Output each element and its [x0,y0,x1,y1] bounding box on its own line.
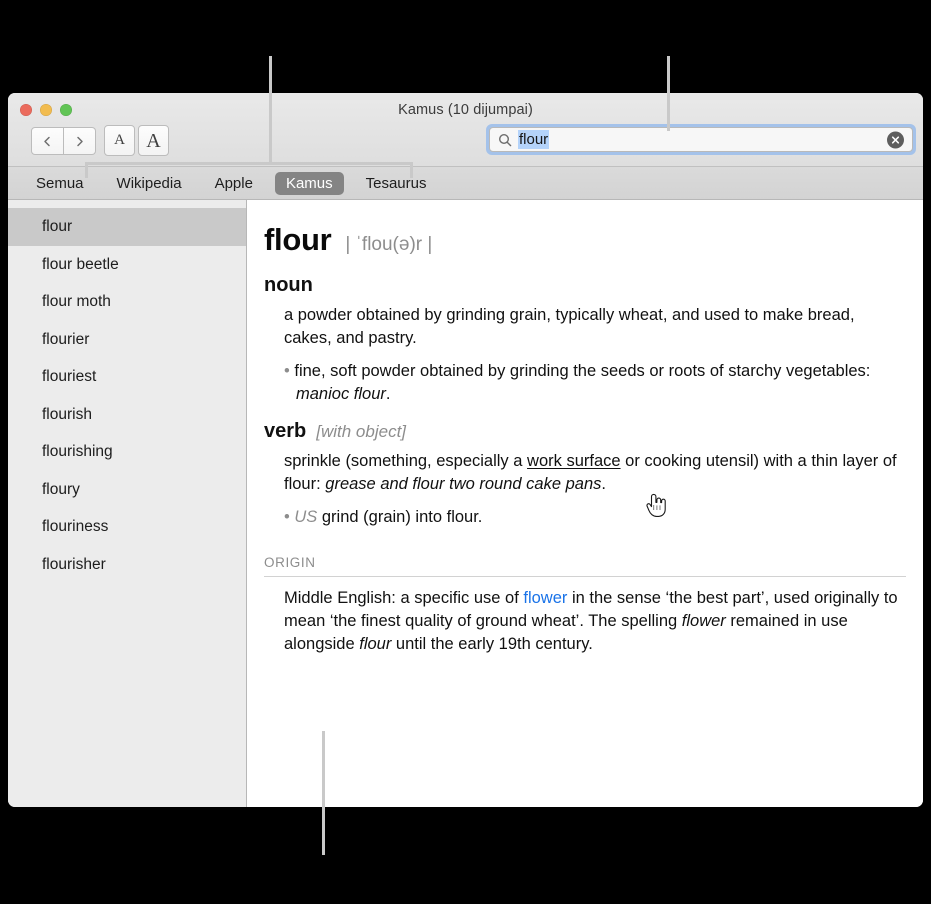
navigation-button-group [31,127,96,155]
flower-link[interactable]: flower [523,589,567,607]
tab-tesaurus[interactable]: Tesaurus [355,172,438,195]
font-size-button-group: A A [104,125,169,156]
sidebar-item-flourish[interactable]: flourish [8,396,246,434]
bullet-icon: • [284,362,290,380]
results-sidebar[interactable]: flour flour beetle flour moth flourier f… [8,200,247,807]
sidebar-item-flourisher[interactable]: flourisher [8,546,246,584]
sidebar-item-flourier[interactable]: flourier [8,321,246,359]
origin-label: ORIGIN [264,555,316,570]
source-tab-strip: Semua Wikipedia Apple Kamus Tesaurus [8,167,923,200]
noun-subsense-1: • fine, soft powder obtained by grinding… [284,360,905,406]
search-field[interactable]: flour [489,127,913,152]
tab-wikipedia[interactable]: Wikipedia [106,172,193,195]
search-input-value[interactable]: flour [518,130,550,149]
back-button[interactable] [31,127,64,155]
verb-sense-1-example: grease and flour two round cake pans [325,475,602,493]
chevron-left-icon [41,135,54,148]
callout-bracket-tabs-left-tick [85,162,88,178]
search-icon [498,133,512,147]
noun-subsense-1-text: fine, soft powder obtained by grinding t… [294,362,871,380]
callout-stem-content [322,731,325,855]
origin-italic-flower: flower [681,612,726,630]
tab-apple[interactable]: Apple [204,172,264,195]
part-of-speech-noun: noun [264,274,905,297]
noun-subsense-1-example: manioc flour [296,385,386,403]
window-body: flour flour beetle flour moth flourier f… [8,200,923,807]
callout-stem-search [667,56,670,131]
headword: flour [264,222,332,257]
origin-text: Middle English: a specific use of flower… [284,587,905,656]
sidebar-item-flouriness[interactable]: flouriness [8,508,246,546]
definition-pane: flour | ˈflou(ə)r | noun a powder obtain… [247,200,923,807]
noun-subsense-1-tail: . [385,385,391,403]
window-title: Kamus (10 dijumpai) [398,102,533,118]
sidebar-item-flouriest[interactable]: flouriest [8,358,246,396]
sidebar-item-flour-beetle[interactable]: flour beetle [8,246,246,284]
sidebar-item-flour-moth[interactable]: flour moth [8,283,246,321]
window-titlebar: Kamus (10 dijumpai) A A flour [8,93,923,167]
forward-button[interactable] [64,127,96,155]
verb-sense-1: sprinkle (something, especially a work s… [284,450,905,496]
verb-grammar-note: [with object] [316,422,407,441]
increase-font-size-button[interactable]: A [138,125,169,156]
tab-kamus[interactable]: Kamus [274,171,344,195]
headword-row: flour | ˈflou(ə)r | [264,222,905,258]
origin-text-tail: until the early 19th century. [391,635,593,653]
verb-sense-1-pre: sprinkle (something, especially a [284,452,528,470]
origin-italic-flour: flour [359,635,392,653]
origin-text-pre: Middle English: a specific use of [284,589,524,607]
origin-divider [264,576,906,577]
dictionary-window: Kamus (10 dijumpai) A A flour Semua Wiki… [8,93,923,807]
verb-subsense-1-text: grind (grain) into flour. [317,508,483,526]
clear-search-icon[interactable] [887,131,904,148]
callout-bracket-tabs [85,162,413,165]
pos-label-noun: noun [264,274,313,296]
bullet-icon: • [284,508,290,526]
callout-stem-tabs [269,56,272,164]
search-field-focus-ring: flour [486,124,916,155]
verb-subsense-1-region: US [294,508,318,526]
decrease-font-size-button[interactable]: A [104,125,135,156]
verb-subsense-1: • US grind (grain) into flour. [284,506,905,529]
part-of-speech-verb: verb [with object] [264,420,905,443]
sidebar-item-flour[interactable]: flour [8,208,246,246]
pos-label-verb: verb [264,420,307,442]
pronunciation: | ˈflou(ə)r | [345,234,433,255]
sidebar-item-flourishing[interactable]: flourishing [8,433,246,471]
noun-sense-1: a powder obtained by grinding grain, typ… [284,306,855,347]
verb-sense-1-tail: . [601,475,606,493]
callout-bracket-tabs-right-tick [410,162,413,178]
sidebar-item-floury[interactable]: floury [8,471,246,509]
work-surface-link[interactable]: work surface [527,452,621,470]
chevron-right-icon [73,135,86,148]
